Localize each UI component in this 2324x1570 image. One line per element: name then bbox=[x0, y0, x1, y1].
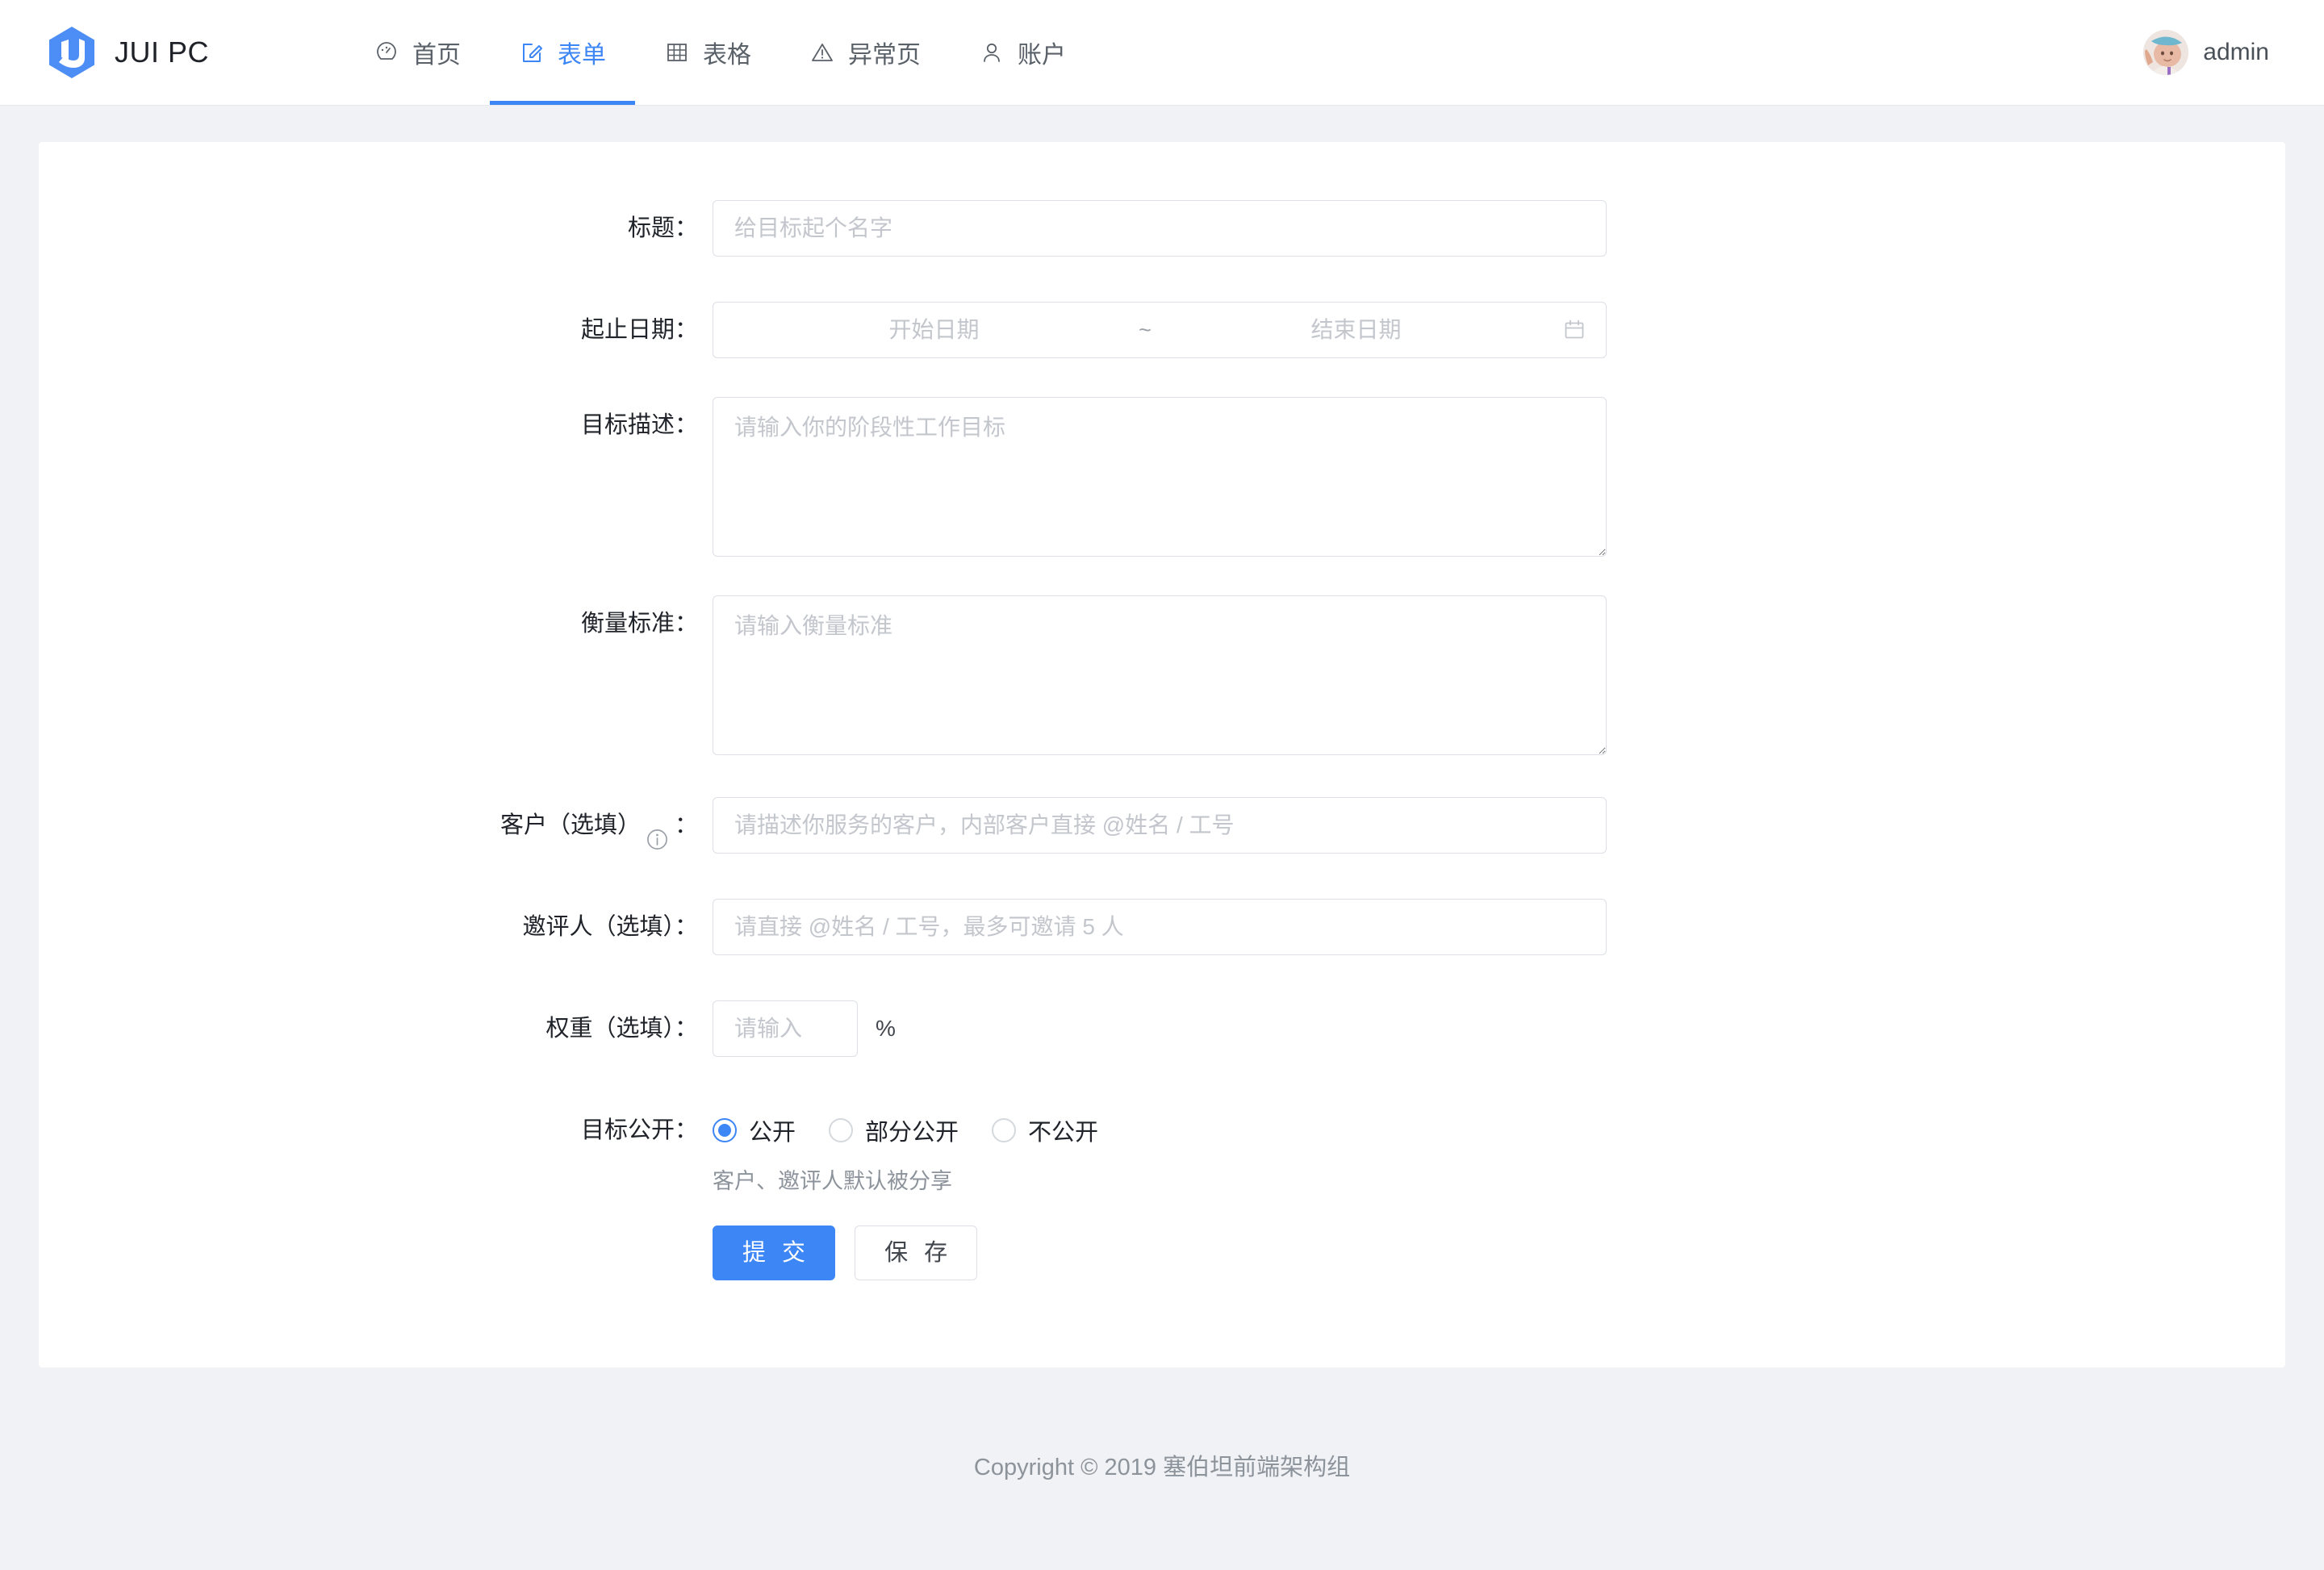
title-input[interactable] bbox=[713, 200, 1607, 257]
control-measure bbox=[713, 595, 2285, 755]
nav-item-table[interactable]: 表格 bbox=[635, 0, 780, 105]
label-invitee: 邀评人（选填）： bbox=[522, 914, 698, 940]
client-input[interactable] bbox=[713, 797, 1607, 854]
info-circle-icon[interactable] bbox=[646, 815, 668, 850]
control-invitee bbox=[713, 899, 2285, 955]
page-footer: Copyright © 2019 塞伯坦前端架构组 bbox=[0, 1367, 2324, 1530]
label-visibility: 目标公开： bbox=[580, 1117, 698, 1143]
form-row-title: 标题： bbox=[39, 200, 2285, 257]
radio-mark-private bbox=[992, 1118, 1017, 1142]
user-person-icon bbox=[979, 40, 1005, 65]
label-description: 目标描述： bbox=[580, 412, 698, 438]
jui-hexagon-logo-icon bbox=[47, 26, 97, 79]
nav-item-exception-label: 异常页 bbox=[848, 42, 922, 69]
visibility-hint: 客户、邀评人默认被分享 bbox=[713, 1169, 952, 1193]
form-row-weight: 权重（选填）： % bbox=[39, 1000, 2285, 1057]
radio-public[interactable]: 公开 bbox=[713, 1113, 796, 1147]
form-row-date-range: 起止日期： ~ bbox=[39, 302, 2285, 358]
control-weight: % bbox=[713, 1000, 2285, 1057]
date-range-picker[interactable]: ~ bbox=[713, 302, 1607, 358]
control-visibility: 公开 部分公开 不公开 客户、邀评人默认被分享 bbox=[713, 1102, 2285, 1198]
copyright-text: Copyright © 2019 塞伯坦前端架构组 bbox=[973, 1454, 1351, 1480]
radio-private[interactable]: 不公开 bbox=[992, 1113, 1098, 1147]
calendar-icon[interactable] bbox=[1562, 318, 1586, 342]
form-row-invitee: 邀评人（选填）： bbox=[39, 899, 2285, 955]
nav-item-account-label: 账户 bbox=[1018, 42, 1067, 69]
main-nav: 首页 表单 表格 异常页 账户 bbox=[345, 0, 1095, 105]
avatar bbox=[2143, 30, 2189, 75]
brand-title: JUI PC bbox=[115, 35, 210, 69]
form-card: 标题： 起止日期： ~ bbox=[39, 142, 2285, 1367]
warning-triangle-icon bbox=[809, 40, 835, 65]
form-edit-icon bbox=[519, 40, 545, 65]
label-measure: 衡量标准： bbox=[580, 611, 698, 637]
page-body: 标题： 起止日期： ~ bbox=[0, 105, 2324, 1367]
label-title: 标题： bbox=[627, 215, 698, 241]
form-row-actions: 提 交 保 存 bbox=[39, 1225, 2285, 1280]
form-row-client: 客户（选填） ： bbox=[39, 797, 2285, 854]
nav-item-home-label: 首页 bbox=[412, 42, 462, 69]
form-row-measure: 衡量标准： bbox=[39, 595, 2285, 755]
user-menu[interactable]: admin bbox=[2143, 30, 2277, 75]
radio-mark-partial-public bbox=[829, 1118, 854, 1142]
control-description bbox=[713, 397, 2285, 557]
nav-item-exception[interactable]: 异常页 bbox=[780, 0, 950, 105]
weight-unit-label: % bbox=[876, 1016, 896, 1041]
date-range-separator: ~ bbox=[1139, 317, 1152, 342]
nav-item-table-label: 表格 bbox=[703, 42, 752, 69]
app-header: JUI PC 首页 表单 表格 异常页 账户 admin bbox=[0, 0, 2324, 105]
user-name: admin bbox=[2203, 39, 2269, 65]
weight-input[interactable] bbox=[713, 1000, 858, 1057]
nav-item-form[interactable]: 表单 bbox=[490, 0, 636, 105]
brand[interactable]: JUI PC bbox=[47, 26, 209, 79]
label-date-range: 起止日期： bbox=[580, 317, 698, 343]
invitee-input[interactable] bbox=[713, 899, 1607, 955]
measure-textarea[interactable] bbox=[713, 595, 1607, 755]
nav-item-home[interactable]: 首页 bbox=[345, 0, 490, 105]
end-date-input[interactable] bbox=[1156, 317, 1556, 343]
description-textarea[interactable] bbox=[713, 397, 1607, 557]
start-date-input[interactable] bbox=[734, 317, 1135, 343]
nav-item-form-label: 表单 bbox=[558, 42, 607, 69]
submit-button[interactable]: 提 交 bbox=[713, 1225, 836, 1280]
control-title bbox=[713, 200, 2285, 257]
form-row-description: 目标描述： bbox=[39, 397, 2285, 557]
nav-item-account[interactable]: 账户 bbox=[950, 0, 1095, 105]
control-client bbox=[713, 797, 2285, 854]
control-date-range: ~ bbox=[713, 302, 2285, 358]
radio-partial-public[interactable]: 部分公开 bbox=[829, 1113, 959, 1147]
radio-mark-public bbox=[713, 1118, 737, 1142]
label-weight: 权重（选填）： bbox=[545, 1016, 698, 1042]
control-actions: 提 交 保 存 bbox=[713, 1225, 2285, 1280]
save-button[interactable]: 保 存 bbox=[855, 1225, 978, 1280]
dashboard-icon bbox=[374, 40, 399, 65]
table-grid-icon bbox=[664, 40, 690, 65]
visibility-radio-group: 公开 部分公开 不公开 bbox=[713, 1102, 2285, 1159]
label-client: 客户（选填） ： bbox=[39, 797, 713, 854]
form-row-visibility: 目标公开： 公开 部分公开 不公开 客户、邀评人默认被分享 bbox=[39, 1102, 2285, 1198]
